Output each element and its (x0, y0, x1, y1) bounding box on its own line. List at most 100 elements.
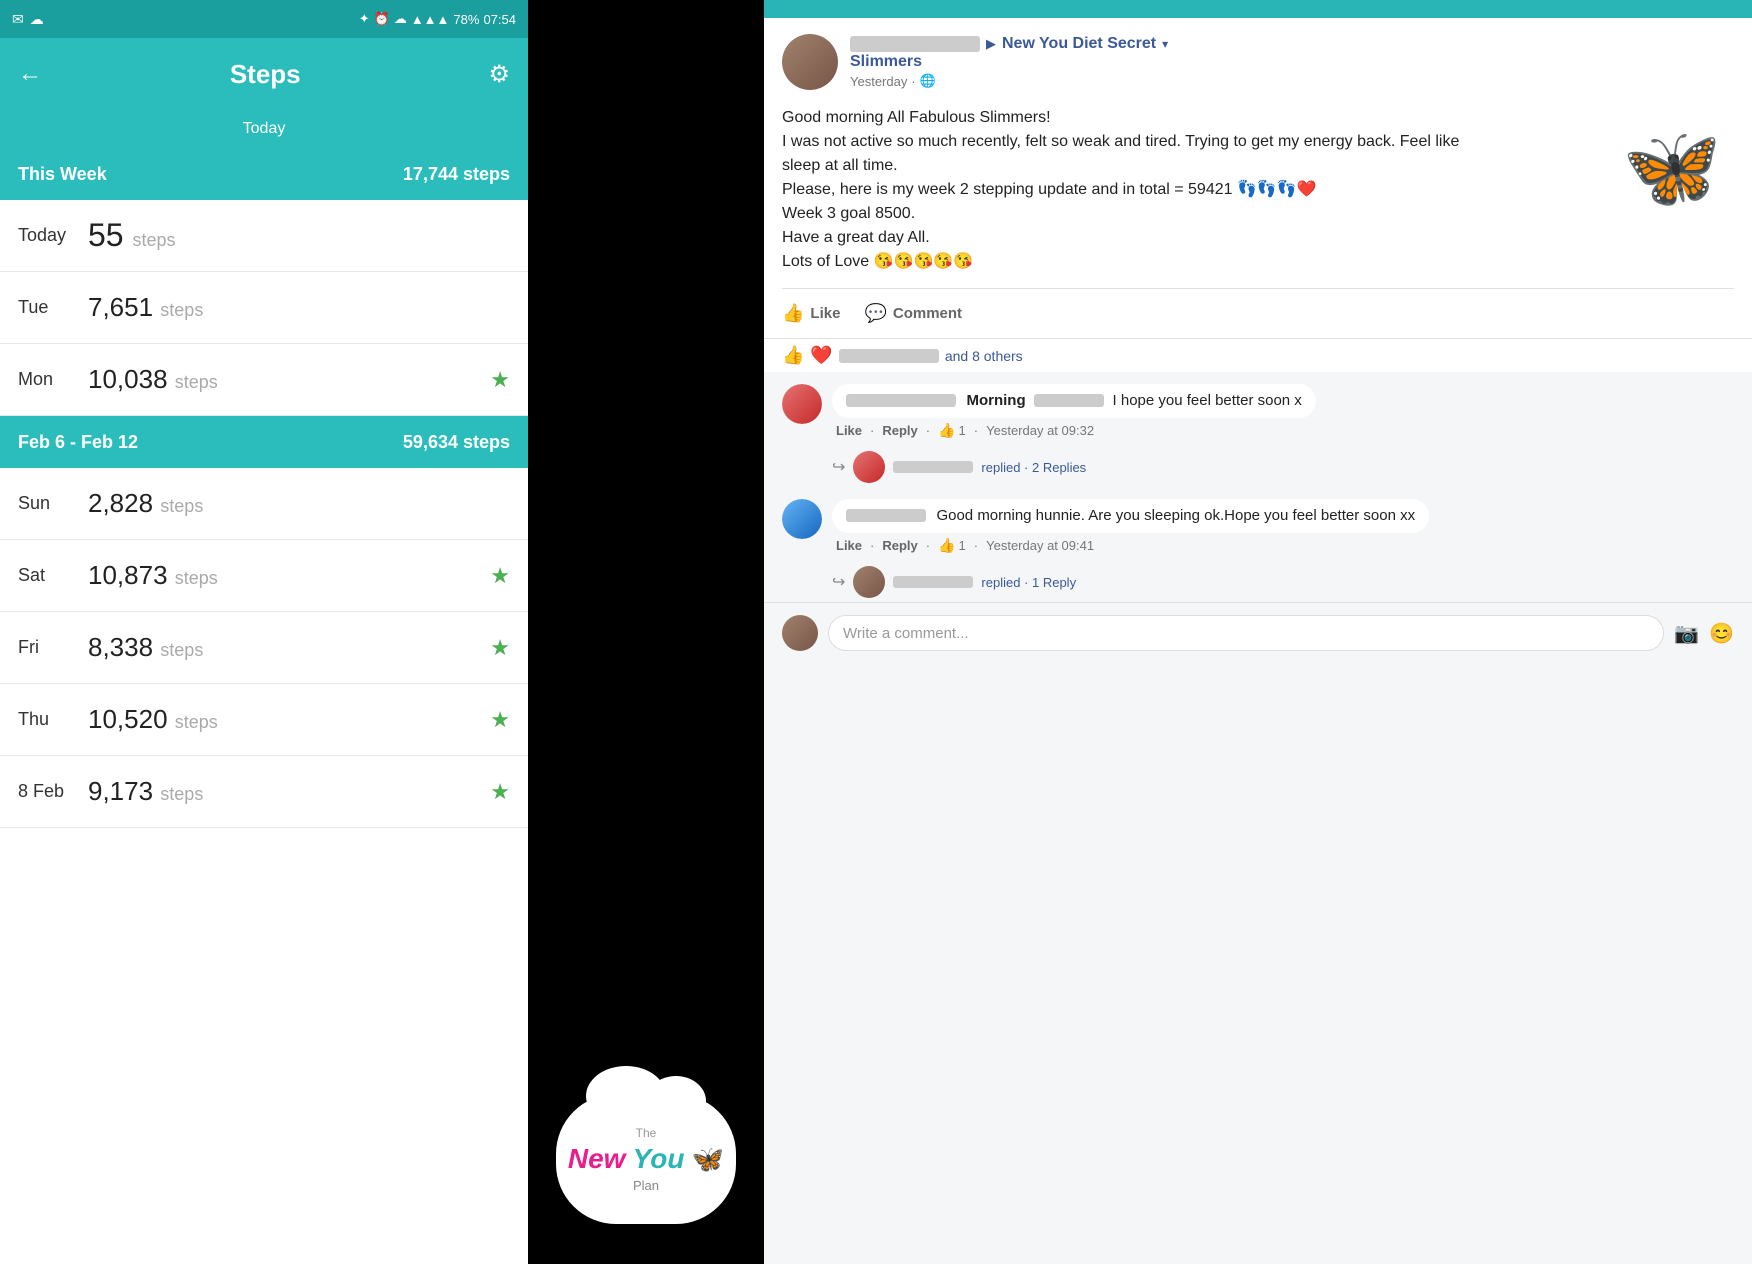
fb-reactions-bar: 👍 ❤️ and 8 others (764, 338, 1752, 372)
star-sat: ★ (490, 563, 510, 589)
this-week-label: This Week (18, 164, 107, 185)
today-tab-label: Today (243, 120, 286, 138)
status-right: ✦ ⏰ ☁ ▲▲▲ 78% 07:54 (359, 11, 516, 27)
fb-comment-input[interactable]: Write a comment... (828, 615, 1664, 651)
fb-write-comment: Write a comment... 📷 😊 (764, 602, 1752, 663)
fb-comment-1-body: Morning I hope you feel better soon x Li… (832, 384, 1734, 443)
butterfly-decoration: 🦋 (1622, 128, 1722, 208)
status-left: ✉ ☁ (12, 11, 44, 28)
fb-comment-2: Good morning hunnie. Are you sleeping ok… (764, 487, 1752, 562)
step-row-sun: Sun 2,828 steps (0, 468, 528, 540)
step-unit-thu: steps (175, 712, 218, 732)
week-range-steps: 59,634 steps (403, 432, 510, 453)
fb-post-text: Good morning All Fabulous Slimmers! I wa… (782, 106, 1496, 274)
weather-icon: ☁ (30, 11, 44, 28)
fb-post-time: Yesterday · 🌐 (850, 73, 1734, 89)
fb-like-emoji: 👍 (782, 345, 804, 366)
day-label-today: Today (18, 225, 78, 246)
day-label-sat: Sat (18, 565, 78, 586)
fb-comment-2-reply-link[interactable]: Reply (882, 538, 917, 553)
fb-comment-1-actions: Like · Reply · 👍 1 · Yesterday at 09:32 (832, 418, 1734, 443)
fb-comment-1-reply-link[interactable]: Reply (882, 423, 917, 438)
fb-thumb-small-2: 👍 (938, 537, 955, 554)
step-count-sun: 2,828 steps (78, 488, 510, 519)
fb-post-card: ▶ New You Diet Secret ▾ Slimmers Yesterd… (764, 18, 1752, 1264)
fb-sep-4: · (870, 538, 874, 553)
fb-like-label: Like (810, 305, 840, 322)
step-unit-8feb: steps (160, 784, 203, 804)
fb-slimmers-label[interactable]: Slimmers (850, 53, 922, 71)
step-unit-sat: steps (175, 568, 218, 588)
this-week-steps: 17,744 steps (403, 164, 510, 185)
step-unit-fri: steps (160, 640, 203, 660)
back-button[interactable]: ← (18, 60, 42, 88)
fb-like-button[interactable]: 👍 Like (782, 295, 840, 332)
fb-comment-1-bubble: Morning I hope you feel better soon x (832, 384, 1316, 418)
fb-globe-icon: 🌐 (920, 73, 936, 89)
step-count-today: 55 steps (78, 217, 510, 254)
step-row-today: Today 55 steps (0, 200, 528, 272)
fb-reactions-others: and 8 others (945, 348, 1023, 364)
fb-comments-section: Morning I hope you feel better soon x Li… (764, 372, 1752, 1264)
step-count-8feb: 9,173 steps (78, 776, 490, 807)
day-label-fri: Fri (18, 637, 78, 658)
step-unit-mon: steps (175, 372, 218, 392)
fb-comment-2-text: Good morning hunnie. Are you sleeping ok… (936, 507, 1415, 524)
week-range-header: Feb 6 - Feb 12 59,634 steps (0, 416, 528, 468)
phone-panel: ✉ ☁ ✦ ⏰ ☁ ▲▲▲ 78% 07:54 ← Steps ⚙ Today … (0, 0, 528, 1264)
wifi-icon: ☁ (394, 11, 407, 27)
fb-comment-1-name2-blur (1034, 394, 1104, 407)
logo-text: The New You 🦋 Plan (568, 1123, 724, 1195)
camera-icon[interactable]: 📷 (1674, 621, 1699, 646)
step-row-fri: Fri 8,338 steps ★ (0, 612, 528, 684)
fb-sep-3: · (974, 423, 978, 438)
middle-panel: The New You 🦋 Plan (528, 0, 764, 1264)
settings-icon[interactable]: ⚙ (488, 60, 510, 89)
fb-sep-2: · (926, 423, 930, 438)
fb-reply-1-name-blur (893, 461, 973, 473)
fb-post-header: ▶ New You Diet Secret ▾ Slimmers Yesterd… (764, 18, 1752, 98)
step-count-tue: 7,651 steps (78, 292, 510, 323)
logo-butterfly-icon: 🦋 (692, 1144, 724, 1174)
battery-percent: 78% (453, 12, 479, 27)
fb-write-icons: 📷 😊 (1674, 621, 1734, 646)
fb-post-time-text: Yesterday (850, 74, 907, 89)
fb-reply-1-avatar (853, 451, 885, 483)
step-count-fri: 8,338 steps (78, 632, 490, 663)
today-tab[interactable]: Today (0, 110, 528, 148)
day-label-tue: Tue (18, 297, 78, 318)
day-label-mon: Mon (18, 369, 78, 390)
fb-reply-arrow-1: ↪ (832, 457, 845, 477)
fb-comment-1-morning: Morning (966, 392, 1025, 409)
page-title: Steps (230, 59, 301, 90)
fb-sep-6: · (974, 538, 978, 553)
fb-sep-1: · (870, 423, 874, 438)
fb-group-name[interactable]: New You Diet Secret (1002, 35, 1156, 53)
fb-comment-1: Morning I hope you feel better soon x Li… (764, 372, 1752, 447)
fb-comment-2-like-link[interactable]: Like (836, 538, 862, 553)
fb-reply-1-text: replied · 2 Replies (981, 460, 1086, 475)
step-unit-sun: steps (160, 496, 203, 516)
post-author-avatar-img (782, 34, 838, 90)
fb-comment-1-avatar (782, 384, 822, 424)
fb-dropdown-icon: ▾ (1162, 37, 1168, 51)
fb-comment-1-count: 1 (959, 423, 966, 438)
step-count-mon: 10,038 steps (78, 364, 490, 395)
this-week-header: This Week 17,744 steps (0, 148, 528, 200)
star-8feb: ★ (490, 779, 510, 805)
fb-comment-label: Comment (893, 305, 962, 322)
fb-thumb-small: 👍 (938, 422, 955, 439)
fb-action-bar: 👍 Like 💬 Comment (764, 289, 1752, 338)
fb-breadcrumb-arrow: ▶ (986, 36, 996, 52)
logo-cloud: The New You 🦋 Plan (556, 1094, 736, 1224)
step-row-8feb: 8 Feb 9,173 steps ★ (0, 756, 528, 828)
step-row-tue: Tue 7,651 steps (0, 272, 528, 344)
fb-comment-icon: 💬 (864, 303, 886, 324)
fb-comment-button[interactable]: 💬 Comment (864, 295, 962, 332)
fb-post-meta: ▶ New You Diet Secret ▾ Slimmers Yesterd… (850, 35, 1734, 89)
step-count-sat: 10,873 steps (78, 560, 490, 591)
emoji-icon[interactable]: 😊 (1709, 621, 1734, 646)
fb-comment-1-like-link[interactable]: Like (836, 423, 862, 438)
fb-comment-placeholder: Write a comment... (843, 625, 969, 642)
step-unit-today: steps (132, 230, 175, 250)
